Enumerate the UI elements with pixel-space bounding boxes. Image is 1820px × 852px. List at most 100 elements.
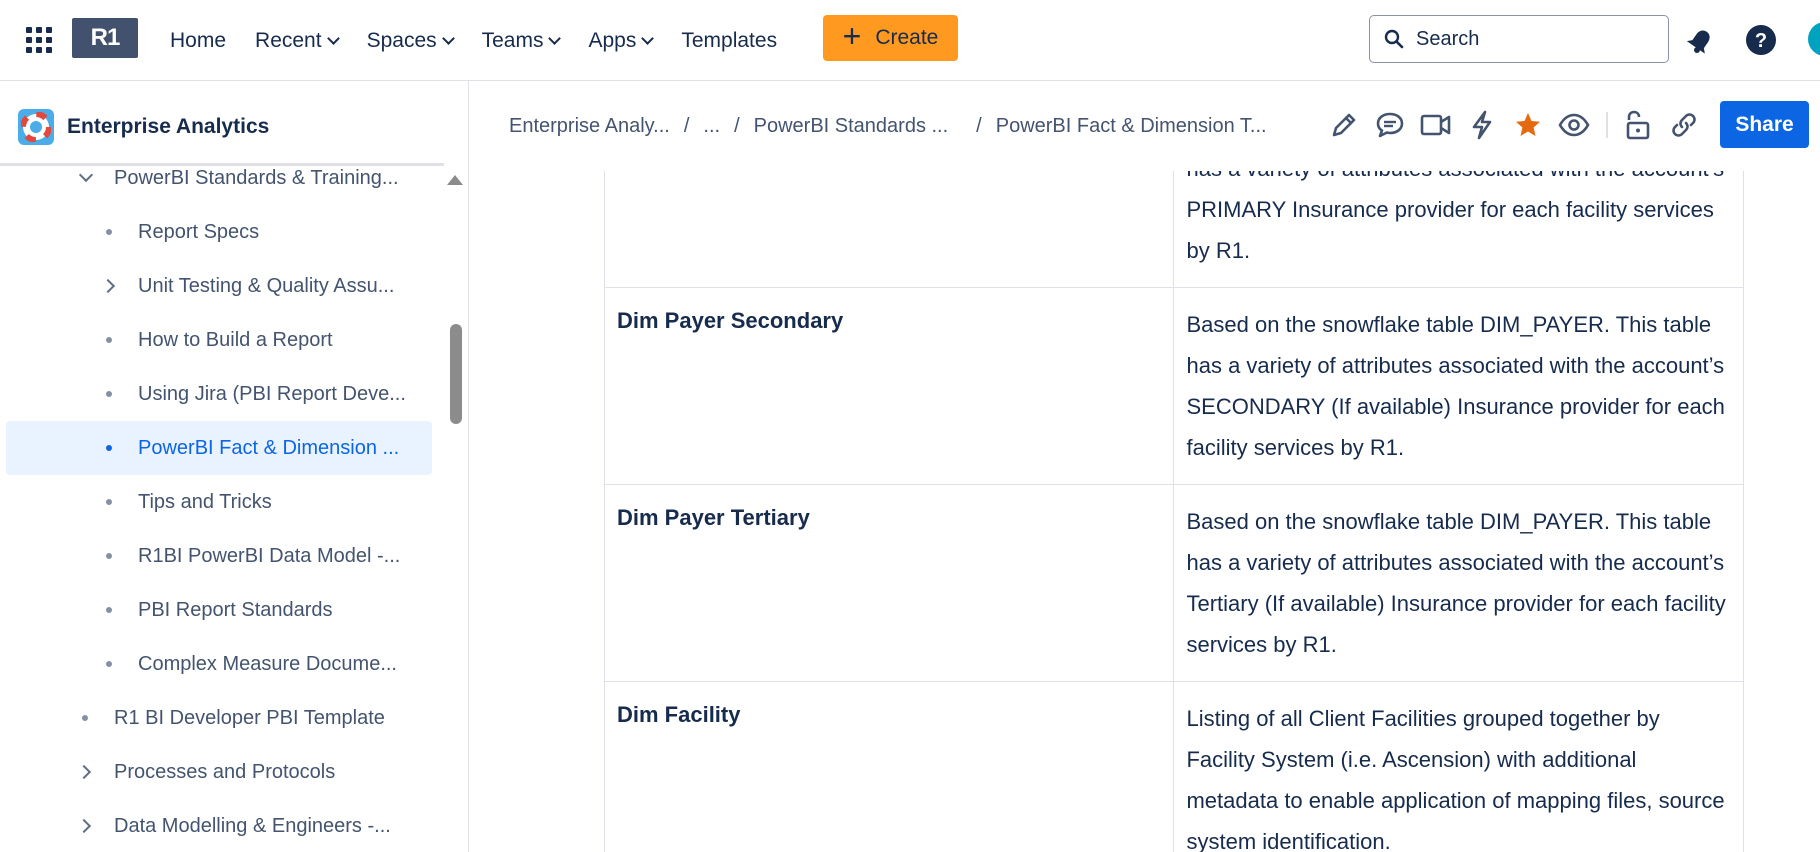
automation-icon[interactable] [1466,109,1498,141]
breadcrumb-current[interactable]: PowerBI Fact & Dimension T... [996,115,1267,138]
sidebar-item-label: R1 BI Developer PBI Template [114,706,385,729]
sidebar-item-using-jira[interactable]: Using Jira (PBI Report Deve... [6,367,432,421]
sidebar-item-label: Tips and Tricks [138,490,272,513]
page-header: Enterprise Analy... / ... / PowerBI Stan… [470,81,1820,171]
sidebar-item-report-standards[interactable]: PBI Report Standards [6,583,432,637]
nav-apps[interactable]: Apps [588,29,655,53]
sidebar-item-build-report[interactable]: How to Build a Report [6,313,432,367]
sidebar-item-label: Data Modelling & Engineers -... [114,814,391,837]
sidebar-item-unit-testing[interactable]: Unit Testing & Quality Assu... [6,259,432,313]
table-row: Dim Facility Listing of all Client Facil… [603,681,1744,852]
chevron-down-icon [441,31,455,45]
create-button-label: Create [875,26,939,49]
sidebar-item-label: Processes and Protocols [114,760,336,783]
sidebar-item-powerbi-standards[interactable]: PowerBI Standards & Training... [6,151,432,205]
breadcrumb-parent[interactable]: PowerBI Standards ... [754,115,949,138]
edit-icon[interactable] [1328,109,1360,141]
space-header[interactable]: Enterprise Analytics [18,109,269,145]
table-row: Dim Payer Tertiary Based on the snowflak… [603,484,1744,682]
table-cell-name: Dim Payer Tertiary [603,484,1175,682]
chevron-down-icon [78,167,94,183]
sidebar-item-label: PowerBI Fact & Dimension ... [138,436,400,459]
table-cell-description: Based on the snowflake table DIM_PAYER. … [1173,287,1744,485]
link-icon[interactable] [1668,109,1700,141]
breadcrumb-ellipsis[interactable]: ... [703,115,720,138]
bullet-icon [106,499,112,505]
sidebar-item-report-specs[interactable]: Report Specs [6,205,432,259]
search-input[interactable] [1416,27,1656,51]
sidebar-item-label: Using Jira (PBI Report Deve... [138,382,406,405]
table-cell-description: Based on the snowflake table DIM_PAYER. … [1173,484,1744,682]
table-cell-description: has a variety of attributes associated w… [1173,171,1744,288]
chevron-right-icon [100,278,116,294]
nav-home[interactable]: Home [170,29,226,53]
sidebar-item-label: R1BI PowerBI Data Model -... [138,544,401,567]
sidebar-item-label: PBI Report Standards [138,598,333,621]
video-icon[interactable] [1420,109,1452,141]
sidebar-scrollbar[interactable] [450,324,462,424]
nav-apps-label: Apps [588,29,637,52]
svg-text:?: ? [1755,30,1767,52]
sidebar-item-developer-template[interactable]: R1 BI Developer PBI Template [6,691,432,745]
primary-nav: Home Recent Spaces Teams Apps Templates [170,24,806,58]
table-cell-name: Dim Facility [603,681,1175,852]
table-cell-description: Listing of all Client Facilities grouped… [1173,681,1744,852]
create-button[interactable]: + Create [823,15,958,61]
sidebar-item-label: Unit Testing & Quality Assu... [138,274,395,297]
nav-recent-label: Recent [255,29,322,52]
product-logo[interactable]: R1 [72,18,138,58]
action-divider [1606,112,1608,138]
nav-recent[interactable]: Recent [255,29,340,53]
space-sidebar: Enterprise Analytics PowerBI Standards &… [0,81,469,852]
bullet-icon [106,337,112,343]
restrictions-icon[interactable] [1622,109,1654,141]
breadcrumb: Enterprise Analy... / ... / PowerBI Stan… [509,115,1267,138]
avatar[interactable] [1808,22,1820,56]
help-icon[interactable]: ? [1745,24,1777,56]
nav-home-label: Home [170,29,227,52]
nav-spaces-label: Spaces [366,29,437,52]
table-row: has a variety of attributes associated w… [603,171,1744,288]
search-box[interactable] [1369,15,1669,63]
scroll-up-arrow[interactable] [447,175,463,185]
star-icon[interactable] [1512,109,1544,141]
comment-icon[interactable] [1374,109,1406,141]
bullet-icon [106,661,112,667]
chevron-down-icon [326,31,340,45]
sidebar-item-data-model[interactable]: R1BI PowerBI Data Model -... [6,529,432,583]
sidebar-item-fact-dimension[interactable]: PowerBI Fact & Dimension ... [6,421,432,475]
breadcrumb-separator: / [683,115,690,137]
bullet-icon [106,445,112,451]
chevron-right-icon [76,818,92,834]
nav-teams-label: Teams [481,29,544,52]
nav-templates[interactable]: Templates [681,29,777,53]
watch-icon[interactable] [1558,109,1590,141]
sidebar-item-complex-measure[interactable]: Complex Measure Docume... [6,637,432,691]
chevron-down-icon [641,31,655,45]
sidebar-item-data-modelling[interactable]: Data Modelling & Engineers -... [6,799,432,852]
sidebar-item-label: Report Specs [138,220,260,243]
sidebar-item-processes[interactable]: Processes and Protocols [6,745,432,799]
chevron-right-icon [76,764,92,780]
sidebar-item-tips-tricks[interactable]: Tips and Tricks [6,475,432,529]
notifications-icon[interactable] [1685,24,1717,56]
search-icon [1384,29,1404,49]
page-actions [1328,109,1714,141]
chevron-down-icon [548,31,562,45]
sidebar-item-label: How to Build a Report [138,328,333,351]
breadcrumb-separator: / [976,115,982,137]
page-content: has a variety of attributes associated w… [470,171,1820,852]
plus-icon: + [842,18,862,54]
sidebar-item-label: PowerBI Standards & Training... [114,166,399,189]
sidebar-item-label: Complex Measure Docume... [138,652,397,675]
nav-templates-label: Templates [681,29,778,52]
table-cell-name [603,171,1175,288]
nav-spaces[interactable]: Spaces [366,29,455,53]
table-cell-name: Dim Payer Secondary [603,287,1175,485]
dimension-table: has a variety of attributes associated w… [603,171,1744,852]
share-button[interactable]: Share [1720,101,1809,148]
nav-teams[interactable]: Teams [481,29,562,53]
bullet-icon [106,553,112,559]
apps-grid-icon[interactable] [26,27,52,53]
breadcrumb-space[interactable]: Enterprise Analy... [509,115,670,138]
